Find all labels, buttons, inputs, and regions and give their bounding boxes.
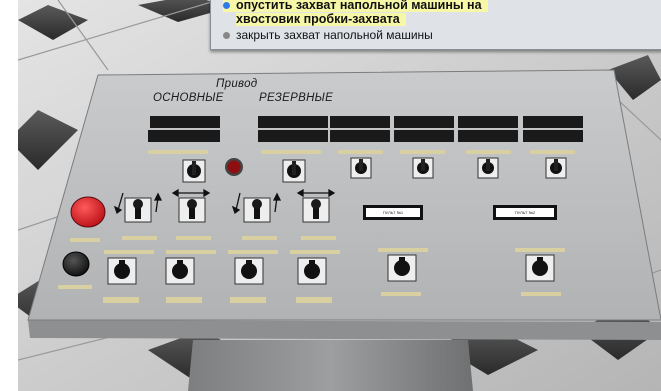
stop-button[interactable] — [71, 197, 105, 227]
current-task: опустить захват напольной машины на — [223, 0, 488, 12]
left-frame — [0, 0, 18, 391]
control-console — [27, 69, 661, 391]
panel-1-label: ПУЛЬТ №1 — [363, 205, 423, 220]
current-task-continued: хвостовик пробки-захвата — [236, 13, 406, 26]
current-task-bullet-icon — [223, 2, 230, 10]
task-instruction-panel: опустить захват напольной машины на хвос… — [210, 0, 661, 50]
3d-scene-viewport[interactable]: Привод ОСНОВНЫЕ РЕЗЕРВНЫЕ ПУЛЬТ №1 ПУЛЬТ… — [18, 0, 661, 391]
reserve-section-label: РЕЗЕРВНЫЕ — [259, 92, 334, 104]
indicator-lamp — [227, 160, 241, 174]
black-reset-button[interactable] — [63, 252, 89, 276]
drive-title: Привод — [216, 78, 258, 90]
panel-2-label: ПУЛЬТ №2 — [493, 205, 557, 220]
next-task-bullet-icon — [223, 32, 230, 40]
main-section-label: ОСНОВНЫЕ — [153, 92, 224, 104]
next-task: закрыть захват напольной машины — [223, 29, 433, 42]
